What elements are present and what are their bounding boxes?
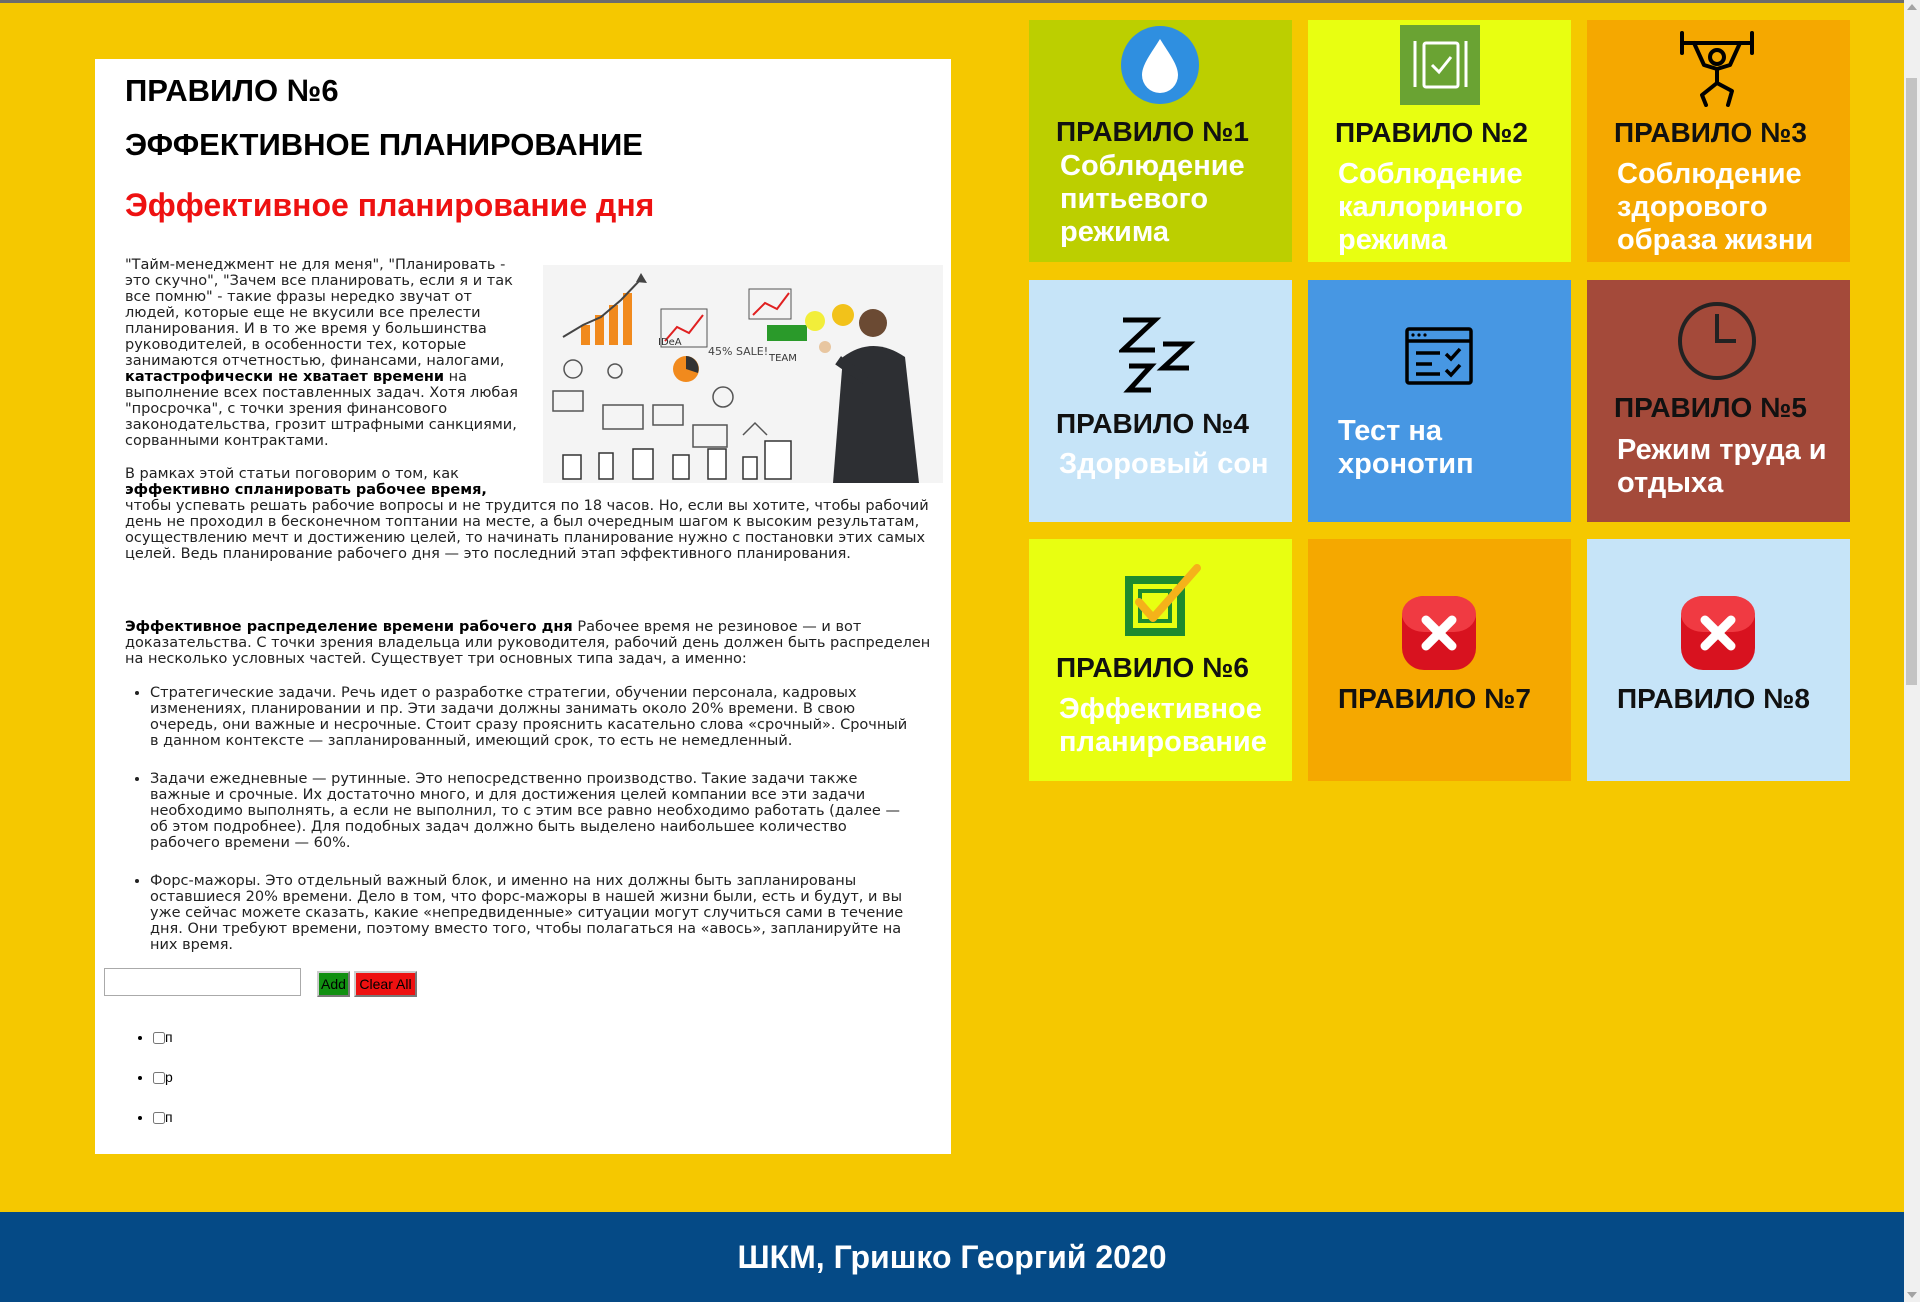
tile-rule-3[interactable]: ПРАВИЛО №3 Соблюдение здорового образа ж…	[1587, 20, 1850, 262]
todo-checkbox[interactable]	[153, 1032, 165, 1045]
tile-title: ПРАВИЛО №8	[1617, 683, 1810, 714]
todo-checkbox[interactable]	[153, 1072, 165, 1085]
tile-title: ПРАВИЛО №1	[1056, 116, 1249, 147]
tile-rule-8[interactable]: ПРАВИЛО №8	[1587, 539, 1850, 781]
tile-title: ПРАВИЛО №5	[1614, 392, 1807, 423]
todo-input[interactable]	[104, 968, 301, 996]
distribution-paragraph: Эффективное распределение времени рабоче…	[125, 619, 931, 667]
rule-heading: ПРАВИЛО №6	[125, 73, 339, 108]
scroll-up-icon[interactable]	[1907, 4, 1917, 10]
todo-item: п	[153, 1029, 173, 1069]
sleep-zzz-icon	[1119, 317, 1196, 393]
tile-subtitle: Эффективное планирование	[1059, 693, 1267, 758]
add-button[interactable]: Add	[317, 971, 350, 997]
tile-subtitle: Режим труда и отдыха	[1617, 434, 1827, 499]
scrollbar-thumb[interactable]	[1906, 78, 1917, 685]
tile-subtitle: Тест на хронотип	[1338, 415, 1474, 480]
todo-item: р	[153, 1069, 173, 1109]
list-item: Стратегические задачи. Речь идет о разра…	[150, 685, 945, 749]
tile-chronotype-test[interactable]: Тест на хронотип	[1308, 280, 1571, 522]
close-icon	[1402, 596, 1476, 670]
task-type-list: Стратегические задачи. Речь идет о разра…	[125, 685, 945, 953]
checked-box-icon	[1125, 564, 1201, 636]
tile-rule-1[interactable]: ПРАВИЛО №1 Соблюдение питьевого режима	[1029, 20, 1292, 262]
todo-checkbox[interactable]	[153, 1112, 165, 1125]
tile-subtitle: Соблюдение питьевого режима	[1060, 150, 1245, 248]
todo-item: п	[153, 1109, 173, 1149]
checklist-window-icon	[1405, 327, 1473, 385]
todo-list: п р п	[95, 1029, 173, 1149]
tile-title: ПРАВИЛО №6	[1056, 652, 1249, 683]
scroll-down-icon[interactable]	[1907, 1292, 1917, 1298]
tile-title: ПРАВИЛО №4	[1056, 408, 1249, 439]
tile-rule-4[interactable]: ПРАВИЛО №4 Здоровый сон	[1029, 280, 1292, 522]
svg-text:45% SALE!: 45% SALE!	[708, 345, 768, 358]
footer-text: ШКМ, Гришко Георгий 2020	[737, 1239, 1167, 1275]
clear-all-button[interactable]: Clear All	[354, 971, 417, 997]
tile-rule-7[interactable]: ПРАВИЛО №7	[1308, 539, 1571, 781]
list-item: Задачи ежедневные — рутинные. Это непоср…	[150, 771, 945, 851]
footer: ШКМ, Гришко Георгий 2020	[0, 1212, 1904, 1302]
clock-icon	[1678, 302, 1756, 380]
tile-title: ПРАВИЛО №3	[1614, 117, 1807, 148]
tile-rule-5[interactable]: ПРАВИЛО №5 Режим труда и отдыха	[1587, 280, 1850, 522]
article-body: IDeA 45% SALE! TEAM "Тайм-менеджмент не …	[125, 257, 945, 975]
idea-label: IDeA	[658, 337, 682, 348]
tile-rule-6[interactable]: ПРАВИЛО №6 Эффективное планирование	[1029, 539, 1292, 781]
tile-rule-2[interactable]: ПРАВИЛО №2 Соблюдение каллориного режима	[1308, 20, 1571, 262]
article-title: Эффективное планирование дня	[125, 187, 655, 223]
tile-subtitle: Здоровый сон	[1059, 448, 1269, 480]
tile-subtitle: Соблюдение каллориного режима	[1338, 158, 1524, 256]
tile-title: ПРАВИЛО №7	[1338, 683, 1531, 714]
list-item: Форс-мажоры. Это отдельный важный блок, …	[150, 873, 945, 953]
top-border	[0, 0, 1904, 3]
team-label: TEAM	[768, 353, 797, 364]
meal-plan-icon	[1400, 25, 1480, 105]
tile-title: ПРАВИЛО №2	[1335, 117, 1528, 148]
weightlifter-icon	[1680, 31, 1754, 107]
article-panel: ПРАВИЛО №6 ЭФФЕКТИВНОЕ ПЛАНИРОВАНИЕ Эффе…	[95, 59, 951, 1154]
planning-illustration: IDeA 45% SALE! TEAM	[543, 265, 943, 483]
tile-subtitle: Соблюдение здорового образа жизни	[1617, 158, 1814, 256]
close-icon	[1681, 596, 1755, 670]
plan-heading: ЭФФЕКТИВНОЕ ПЛАНИРОВАНИЕ	[125, 127, 643, 162]
water-drop-icon	[1121, 26, 1199, 104]
